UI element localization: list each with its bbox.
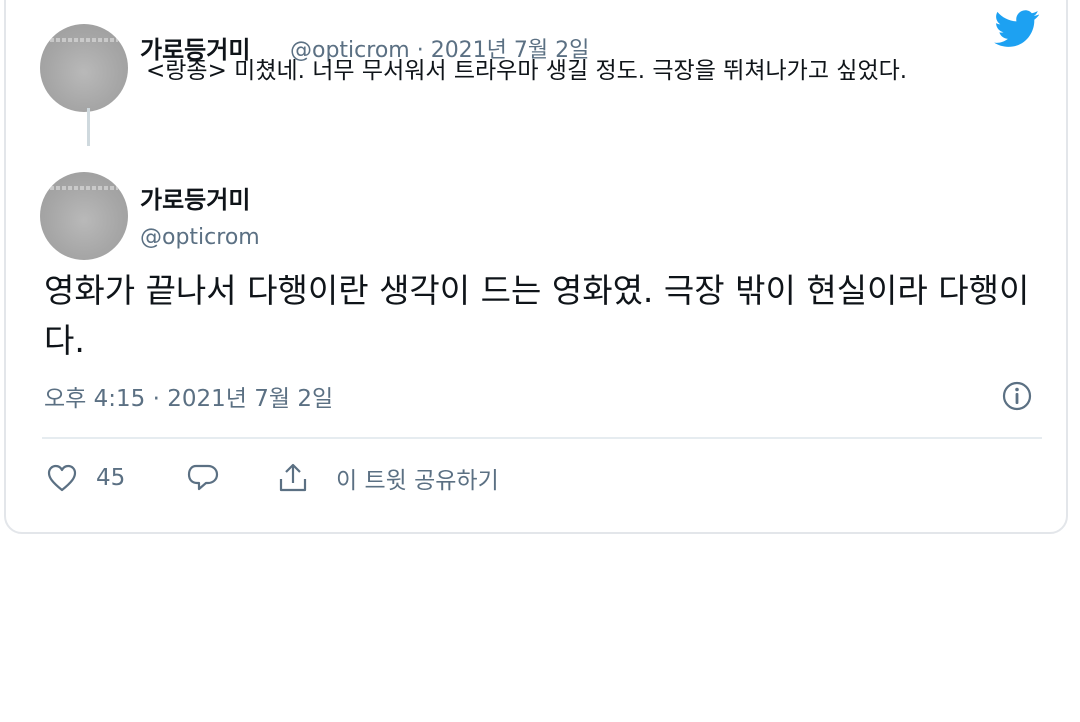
- main-tweet-text: 영화가 끝나서 다행이란 생각이 드는 영화였. 극장 밖이 현실이라 다행이다…: [44, 271, 1030, 360]
- avatar-image-text: [50, 38, 118, 42]
- main-author-handle[interactable]: @opticrom: [140, 225, 260, 250]
- reply-button[interactable]: [186, 458, 220, 498]
- share-icon: [279, 463, 307, 492]
- main-author-name[interactable]: 가로등거미: [140, 180, 250, 215]
- reply-tweet-text: <랑종> 미쳤네. 너무 무서워서 트라우마 생길 정도. 극장을 뛰쳐나가고 …: [146, 58, 908, 84]
- divider: [42, 437, 1042, 439]
- share-button[interactable]: 이 트윗 공유하기: [276, 458, 499, 498]
- twitter-bird-icon[interactable]: [994, 10, 1040, 48]
- like-count: 45: [96, 465, 126, 491]
- tweet-card: 가로등거미 @opticrom · 2021년 7월 2일 <랑종> 미쳤네. …: [4, 0, 1068, 534]
- tweet-timestamp[interactable]: 오후 4:15 · 2021년 7월 2일: [44, 379, 333, 413]
- comment-icon: [187, 464, 219, 491]
- share-label: 이 트윗 공유하기: [336, 468, 499, 494]
- like-button[interactable]: 45: [46, 458, 125, 498]
- avatar-image-text: [50, 186, 118, 190]
- heart-icon: [47, 464, 77, 492]
- thread-connector: [87, 108, 90, 146]
- avatar[interactable]: [40, 172, 128, 260]
- info-icon[interactable]: [1001, 380, 1033, 412]
- avatar[interactable]: [40, 24, 128, 112]
